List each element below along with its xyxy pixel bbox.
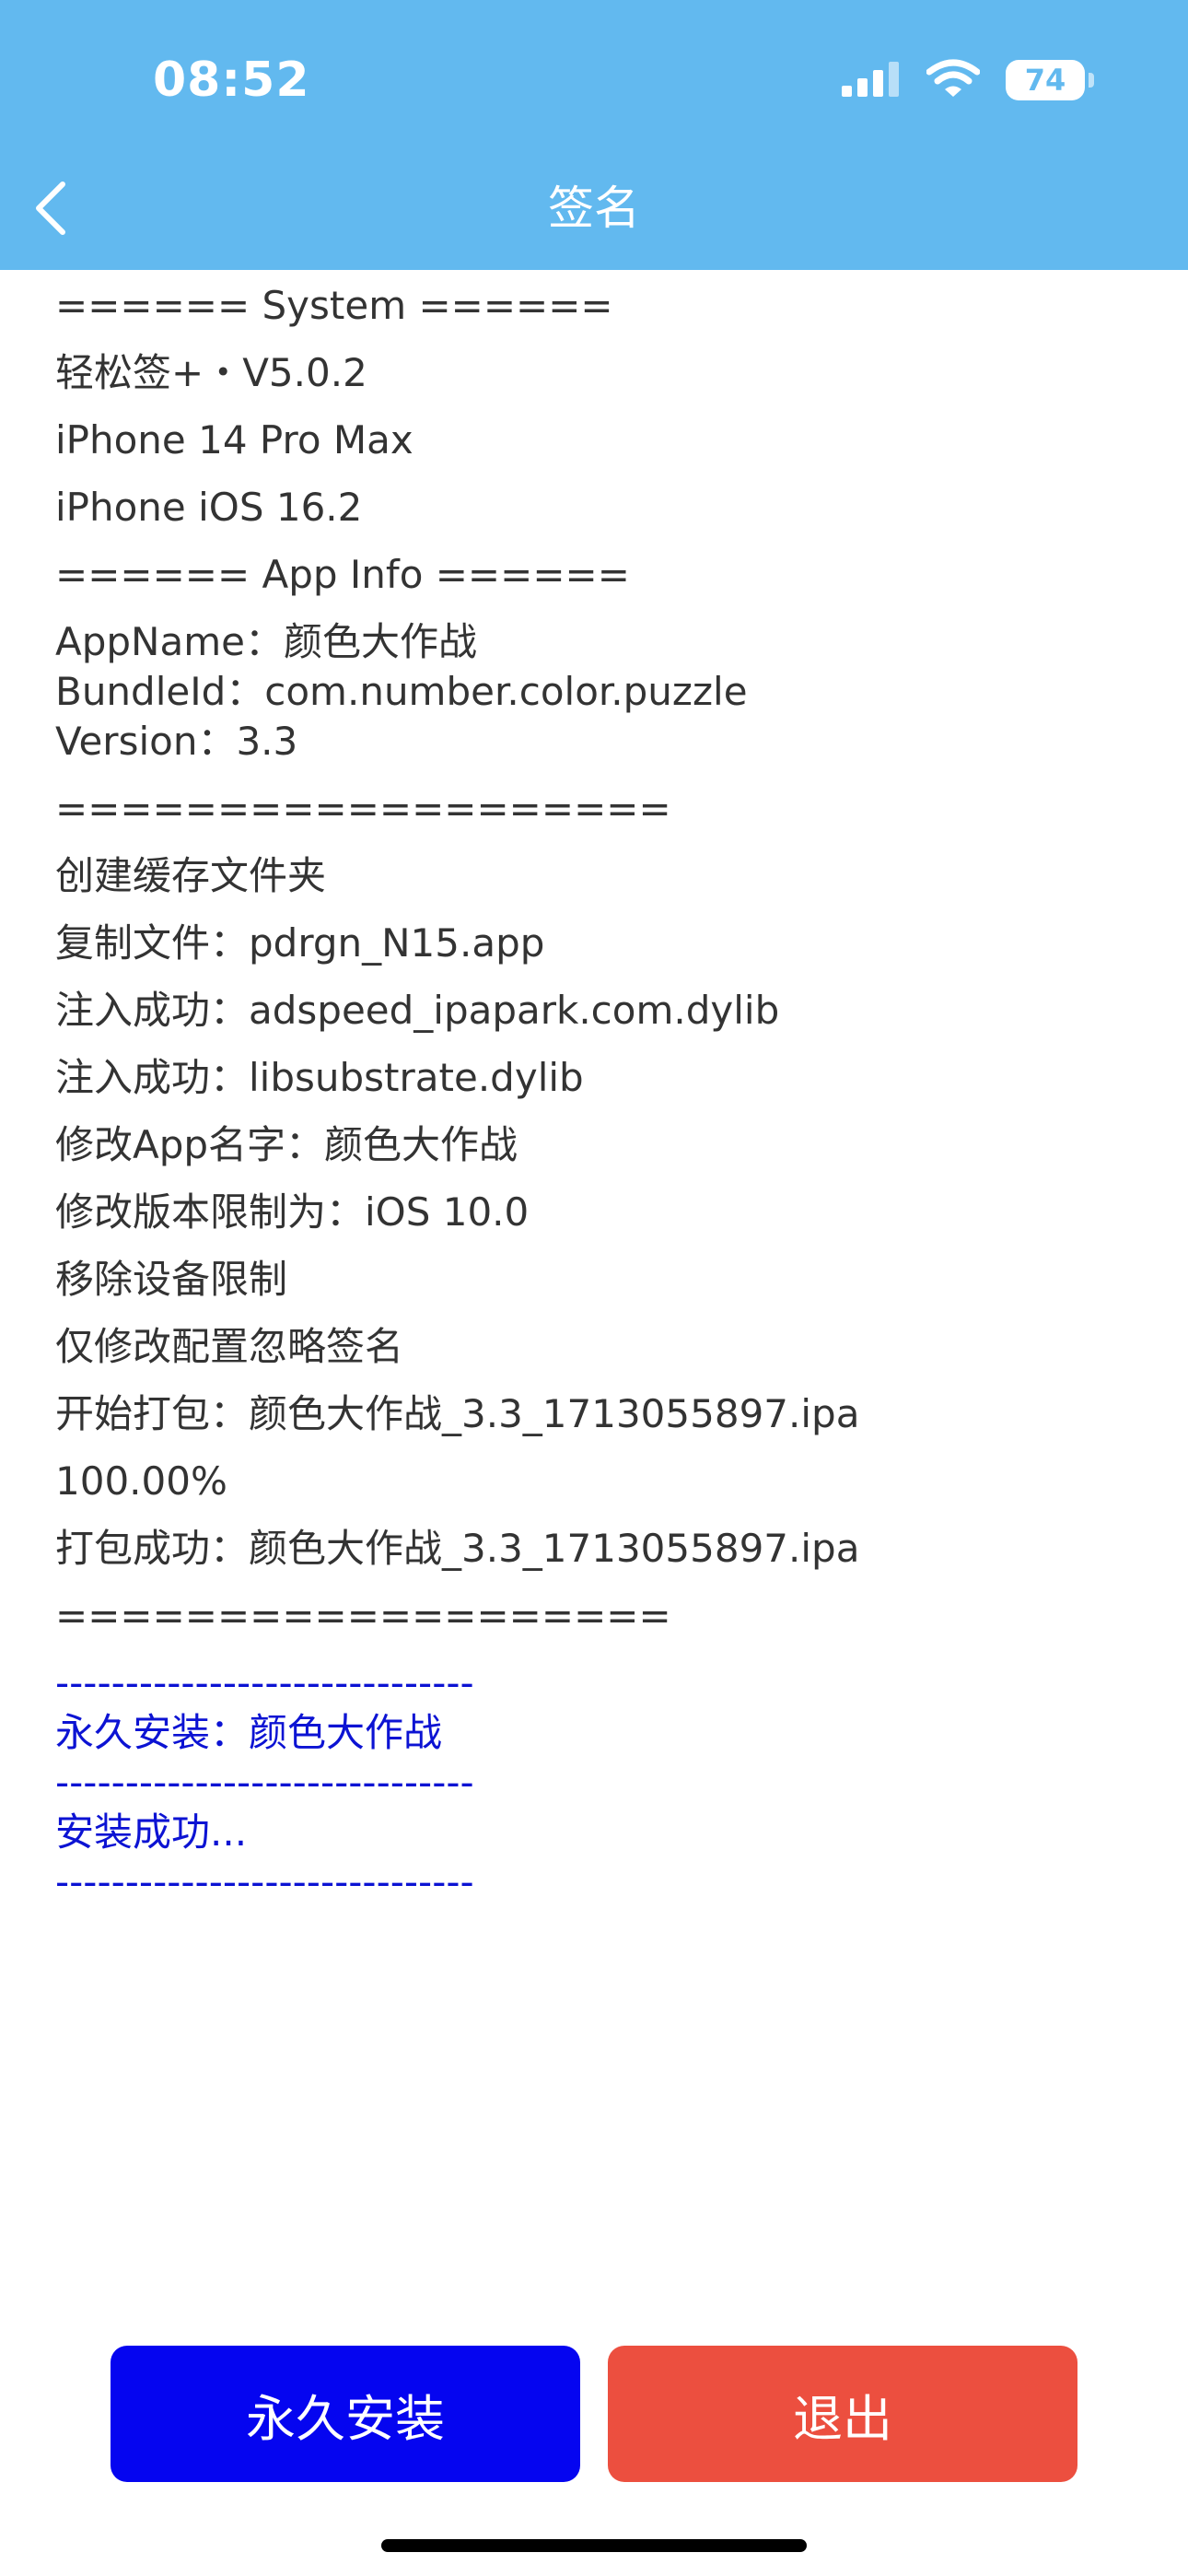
battery-level: 74 xyxy=(1024,63,1066,98)
exit-button[interactable]: 退出 xyxy=(608,2346,1077,2482)
log-line: iPhone 14 Pro Max xyxy=(55,417,413,463)
status-time: 08:52 xyxy=(153,53,310,108)
header: 08:52 74 签名 xyxy=(0,0,1188,270)
progress-text: 100.00% xyxy=(55,1458,227,1504)
log-line: 创建缓存文件夹 xyxy=(55,853,327,898)
home-indicator[interactable] xyxy=(381,2539,807,2552)
log-line: 注入成功：libsubstrate.dylib xyxy=(55,1055,584,1100)
log-line: =================== xyxy=(55,786,671,831)
install-divider: ------------------------------ xyxy=(55,1660,474,1705)
log-line: 修改App名字：颜色大作战 xyxy=(55,1122,518,1167)
log-line: ====== System ====== xyxy=(55,283,613,328)
log-line: =================== xyxy=(55,1593,671,1638)
signal-icon xyxy=(842,60,901,100)
install-status-line: 永久安装：颜色大作战 xyxy=(55,1710,443,1755)
permanent-install-button[interactable]: 永久安装 xyxy=(111,2346,580,2482)
page-title: 签名 xyxy=(548,181,640,235)
log-line: 开始打包：颜色大作战_3.3_1713055897.ipa xyxy=(55,1391,860,1436)
install-divider: ------------------------------ xyxy=(55,1859,474,1904)
log-line: 仅修改配置忽略签名 xyxy=(55,1324,404,1369)
signing-screen: 08:52 74 签名 ====== System ====== 轻松签+・V5… xyxy=(0,0,1188,2576)
log-line: ====== App Info ====== xyxy=(55,552,630,597)
log-line: 打包成功：颜色大作战_3.3_1713055897.ipa xyxy=(55,1526,860,1571)
log-line: Version：3.3 xyxy=(55,719,298,764)
log-line: AppName：颜色大作战 xyxy=(55,619,477,664)
log-line: 移除设备限制 xyxy=(55,1257,288,1302)
wifi-icon xyxy=(926,59,981,101)
log-line: BundleId：com.number.color.puzzle xyxy=(55,669,748,714)
log-line: iPhone iOS 16.2 xyxy=(55,485,363,530)
install-divider: ------------------------------ xyxy=(55,1760,474,1805)
log-line: 注入成功：adspeed_ipapark.com.dylib xyxy=(55,988,780,1033)
status-icons: 74 xyxy=(842,57,1094,103)
log-line: 轻松签+・V5.0.2 xyxy=(55,350,367,395)
log-line: 修改版本限制为：iOS 10.0 xyxy=(55,1189,530,1235)
install-result-line: 安装成功... xyxy=(55,1809,248,1855)
log-line: 复制文件：pdrgn_N15.app xyxy=(55,920,545,966)
battery-icon: 74 xyxy=(1006,60,1094,100)
